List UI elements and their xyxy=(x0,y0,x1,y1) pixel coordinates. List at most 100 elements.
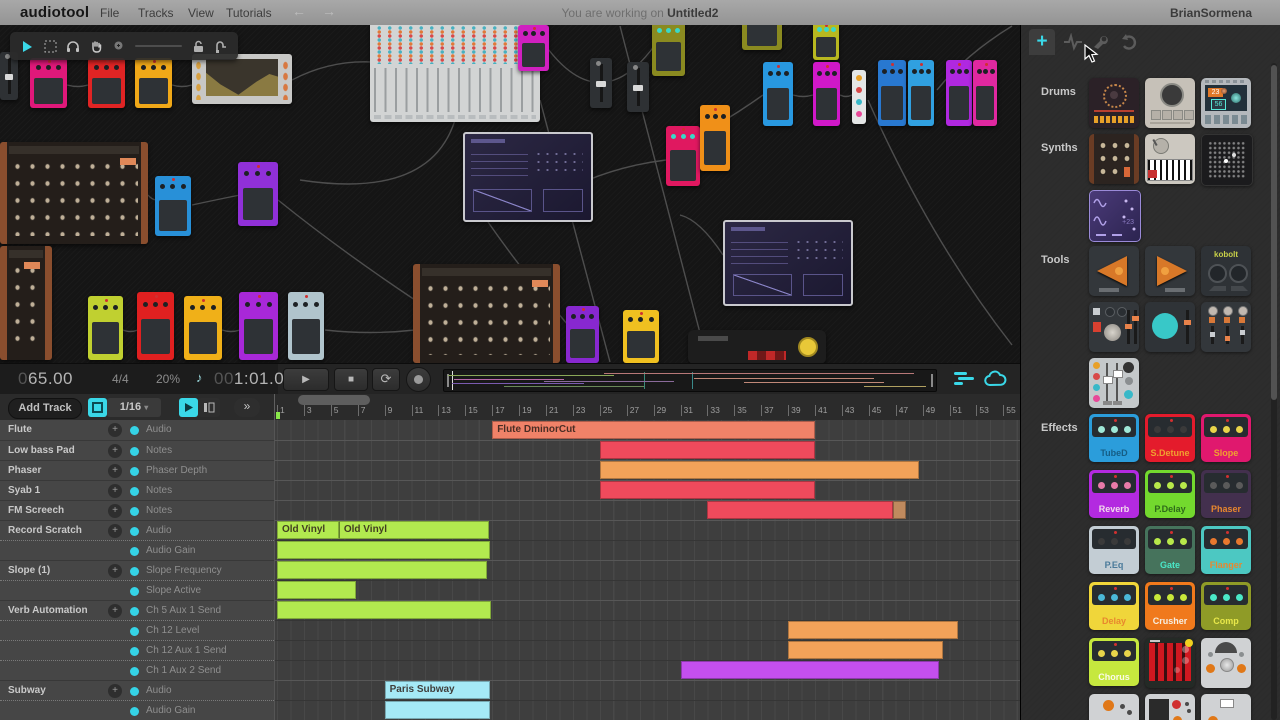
lane-color-dot[interactable] xyxy=(130,667,139,676)
browser-item-gate[interactable]: Gate xyxy=(1145,526,1195,574)
track-add-button[interactable]: + xyxy=(108,423,122,437)
follow-playhead-button[interactable] xyxy=(179,398,198,417)
browser-item-crossfade-tool[interactable] xyxy=(1201,302,1251,352)
device-pedal[interactable] xyxy=(908,60,934,126)
track-row-syab-1[interactable]: Syab 1 + Notes xyxy=(0,480,274,500)
browser-item-crusher[interactable]: Crusher xyxy=(1145,582,1195,630)
horizontal-scroll-handle[interactable] xyxy=(298,395,370,405)
lane-color-dot[interactable] xyxy=(130,587,139,596)
lane-color-dot[interactable] xyxy=(130,607,139,616)
device-pedal[interactable] xyxy=(238,162,278,226)
device-pedal[interactable] xyxy=(813,62,840,126)
track-row-low-bass-pad[interactable]: Low bass Pad + Notes xyxy=(0,440,274,460)
device-pedal[interactable] xyxy=(973,60,997,126)
browser-item-tonematrix[interactable] xyxy=(1201,134,1253,186)
lane-color-dot[interactable] xyxy=(130,527,139,536)
track-row-record-scratch[interactable]: Record Scratch + Audio xyxy=(0,520,274,540)
device-heisen[interactable] xyxy=(463,132,593,222)
sidebar-scrollbar-thumb[interactable] xyxy=(1271,65,1277,400)
track-row-ch-12-level[interactable]: Ch 12 Level xyxy=(0,620,274,640)
browser-item-merger[interactable] xyxy=(1089,246,1139,296)
add-track-button[interactable]: Add Track xyxy=(8,398,82,419)
device-wood[interactable] xyxy=(0,142,148,244)
track-name[interactable]: Subway xyxy=(8,685,46,696)
track-add-button[interactable]: + xyxy=(108,684,122,698)
track-row-subway[interactable]: Subway + Audio xyxy=(0,680,274,700)
tempo-display[interactable]: 065.00 xyxy=(18,369,73,389)
track-row-ch-1-aux-2-send[interactable]: Ch 1 Aux 2 Send xyxy=(0,660,274,680)
browser-item-slope[interactable]: Slope xyxy=(1201,414,1251,462)
device-canvas[interactable] xyxy=(0,25,1020,363)
device-pedal[interactable] xyxy=(623,310,659,363)
device-heisen[interactable] xyxy=(723,220,853,306)
undo-icon[interactable] xyxy=(1119,33,1139,51)
automation-icon[interactable] xyxy=(1063,32,1083,51)
lane-color-dot[interactable] xyxy=(130,567,139,576)
device-pedal[interactable] xyxy=(239,292,278,360)
clip[interactable] xyxy=(788,621,958,639)
track-add-button[interactable]: + xyxy=(108,504,122,518)
browser-item-gray-device-2[interactable] xyxy=(1089,694,1139,720)
device-curve[interactable] xyxy=(192,54,292,104)
browser-item-comp[interactable]: Comp xyxy=(1201,582,1251,630)
lane-color-dot[interactable] xyxy=(130,687,139,696)
device-pedal[interactable] xyxy=(652,25,685,76)
zoom-icon[interactable] xyxy=(112,39,126,53)
add-device-tab[interactable]: + xyxy=(1029,29,1055,55)
browser-item-p.delay[interactable]: P.Delay xyxy=(1145,470,1195,518)
clip[interactable] xyxy=(277,561,487,579)
username[interactable]: BrianSormena xyxy=(1170,6,1252,20)
track-add-button[interactable]: + xyxy=(108,444,122,458)
browser-item-kobolt[interactable]: kobolt xyxy=(1201,246,1251,296)
device-pedal[interactable] xyxy=(155,176,191,236)
lane-color-dot[interactable] xyxy=(130,467,139,476)
track-row-slope-1-[interactable]: Slope (1) + Slope Frequency xyxy=(0,560,274,580)
browser-item-phaser[interactable]: Phaser xyxy=(1201,470,1251,518)
timeline-ruler[interactable]: 1 3 5 7 9 11 13 15 17 19 21 23 25 27 29 31 33 35 37 39 41 43 4… xyxy=(275,394,1020,420)
browser-item-splitter[interactable] xyxy=(1145,246,1195,296)
lane-color-dot[interactable] xyxy=(130,627,139,636)
panel-divider[interactable] xyxy=(274,394,275,720)
browser-item-chorus[interactable]: Chorus xyxy=(1089,638,1139,686)
device-voboom[interactable] xyxy=(688,330,826,363)
browser-item-gray-arc-device[interactable] xyxy=(1201,638,1251,688)
device-pedal[interactable] xyxy=(666,126,700,186)
browser-item-waveform-tool[interactable] xyxy=(1145,302,1195,352)
track-name[interactable]: Verb Automation xyxy=(8,605,88,616)
marquee-tool-icon[interactable] xyxy=(43,39,57,53)
device-pedal[interactable] xyxy=(946,60,972,126)
clip[interactable] xyxy=(384,701,490,719)
lane-color-dot[interactable] xyxy=(130,647,139,656)
device-pedal[interactable] xyxy=(700,105,730,171)
clip[interactable] xyxy=(599,461,919,479)
browser-item-s.detune[interactable]: S.Detune xyxy=(1145,414,1195,462)
clip-flute-dminorcut[interactable]: Flute DminorCut xyxy=(492,421,815,439)
clip[interactable] xyxy=(893,501,907,519)
device-pedal[interactable] xyxy=(30,58,67,108)
track-row-flute[interactable]: Flute + Audio xyxy=(0,420,274,440)
device-pedal[interactable] xyxy=(135,58,172,108)
track-row-verb-automation[interactable]: Verb Automation + Ch 5 Aux 1 Send xyxy=(0,600,274,620)
ffwd-button[interactable]: » xyxy=(234,398,260,417)
clip[interactable] xyxy=(277,541,490,559)
device-slider[interactable] xyxy=(590,58,612,108)
snap-toggle-button[interactable] xyxy=(88,398,107,417)
play-button[interactable]: ▶ xyxy=(283,368,329,391)
time-signature[interactable]: 4/4 xyxy=(112,372,129,386)
cloud-icon[interactable] xyxy=(984,370,1008,394)
device-pedal[interactable] xyxy=(566,306,599,363)
device-pedal[interactable] xyxy=(88,296,123,360)
track-row-slope-active[interactable]: Slope Active xyxy=(0,580,274,600)
track-add-button[interactable]: + xyxy=(108,564,122,578)
track-name[interactable]: FM Screech xyxy=(8,505,64,516)
stop-button[interactable]: ■ xyxy=(334,368,368,391)
track-name[interactable]: Syab 1 xyxy=(8,485,40,496)
lane-color-dot[interactable] xyxy=(130,547,139,556)
song-overview-scrubber[interactable] xyxy=(443,369,937,392)
zoom-slider[interactable] xyxy=(135,45,182,47)
device-pedal[interactable] xyxy=(742,25,782,50)
tools-icon[interactable] xyxy=(1091,33,1111,51)
loop-button[interactable]: ⟳ xyxy=(372,368,400,391)
track-add-button[interactable]: + xyxy=(108,604,122,618)
browser-item-delay[interactable]: Delay xyxy=(1089,582,1139,630)
